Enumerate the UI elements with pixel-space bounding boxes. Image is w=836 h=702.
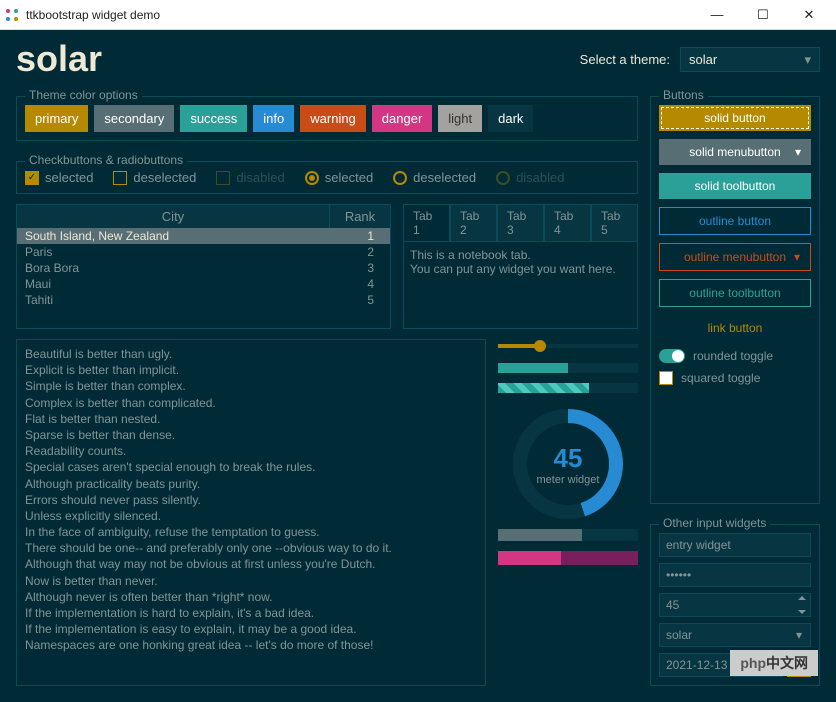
tab-2[interactable]: Tab 2 [450,204,497,241]
maximize-button[interactable]: ☐ [740,0,786,30]
password-entry[interactable]: •••••• [659,563,811,587]
floodgauge [498,551,638,565]
solid-menubutton[interactable]: solid menubutton [659,139,811,165]
outline-menubutton[interactable]: outline menubutton [659,243,811,271]
swatch-success[interactable]: success [180,105,247,132]
swatch-warning[interactable]: warning [300,105,366,132]
table-row[interactable]: Maui4 [17,276,390,292]
radiobutton-deselected[interactable]: deselected [393,170,476,185]
swatch-secondary[interactable]: secondary [94,105,174,132]
buttons-title: Buttons [659,88,708,102]
text-widget[interactable]: Beautiful is better than ugly.Explicit i… [16,339,486,686]
checkbutton-deselected[interactable]: deselected [113,170,196,185]
theme-select-label: Select a theme: [580,52,670,67]
tab-1[interactable]: Tab 1 [403,204,450,241]
notebook: Tab 1Tab 2Tab 3Tab 4Tab 5 This is a note… [403,204,638,329]
theme-select[interactable]: solar [680,47,820,72]
rounded-toggle[interactable]: rounded toggle [659,349,811,363]
swatch-danger[interactable]: danger [372,105,432,132]
scale-slider[interactable] [498,339,638,353]
squared-toggle[interactable]: squared toggle [659,371,811,385]
combobox[interactable]: solar [659,623,811,647]
treeview-table[interactable]: CityRank South Island, New Zealand1Paris… [16,204,391,329]
swatch-primary[interactable]: primary [25,105,88,132]
progressbar-striped [498,383,638,393]
scrollbar-horizontal[interactable] [498,529,638,541]
table-row[interactable]: Bora Bora3 [17,260,390,276]
radiobutton-selected[interactable]: selected [305,170,373,185]
checkbutton-disabled: disabled [216,170,284,185]
table-row[interactable]: South Island, New Zealand1 [17,228,390,244]
checkbutton-selected[interactable]: ✓selected [25,170,93,185]
app-icon [4,7,20,23]
checks-title: Checkbuttons & radiobuttons [25,153,187,167]
swatch-dark[interactable]: dark [488,105,533,132]
outline-toolbutton[interactable]: outline toolbutton [659,279,811,307]
close-button[interactable]: ✕ [786,0,832,30]
link-button[interactable]: link button [659,315,811,341]
outline-button[interactable]: outline button [659,207,811,235]
radiobutton-disabled: disabled [496,170,564,185]
checks-frame: Checkbuttons & radiobuttons ✓selected de… [16,161,638,194]
buttons-frame: Buttons solid button solid menubutton so… [650,96,820,504]
table-row[interactable]: Tahiti5 [17,292,390,308]
entry-widget[interactable]: entry widget [659,533,811,557]
tab-3[interactable]: Tab 3 [497,204,544,241]
meter-widget[interactable]: 45 meter widget [513,409,623,519]
solid-toolbutton[interactable]: solid toolbutton [659,173,811,199]
theme-title: solar [16,38,580,80]
table-row[interactable]: Paris2 [17,244,390,260]
progressbar [498,363,638,373]
color-options-frame: Theme color options primarysecondarysucc… [16,96,638,141]
table-col-rank[interactable]: Rank [330,205,390,228]
watermark: php中文网 [730,650,818,676]
titlebar: ttkbootstrap widget demo — ☐ ✕ [0,0,836,30]
tab-body: This is a notebook tab. You can put any … [403,241,638,329]
spinbox[interactable]: 45 [659,593,811,617]
tab-5[interactable]: Tab 5 [591,204,638,241]
swatch-info[interactable]: info [253,105,294,132]
tab-4[interactable]: Tab 4 [544,204,591,241]
minimize-button[interactable]: — [694,0,740,30]
window-title: ttkbootstrap widget demo [26,8,694,22]
table-col-city[interactable]: City [17,205,330,228]
color-options-title: Theme color options [25,88,142,102]
swatch-light[interactable]: light [438,105,482,132]
inputs-title: Other input widgets [659,516,770,530]
solid-button[interactable]: solid button [659,105,811,131]
